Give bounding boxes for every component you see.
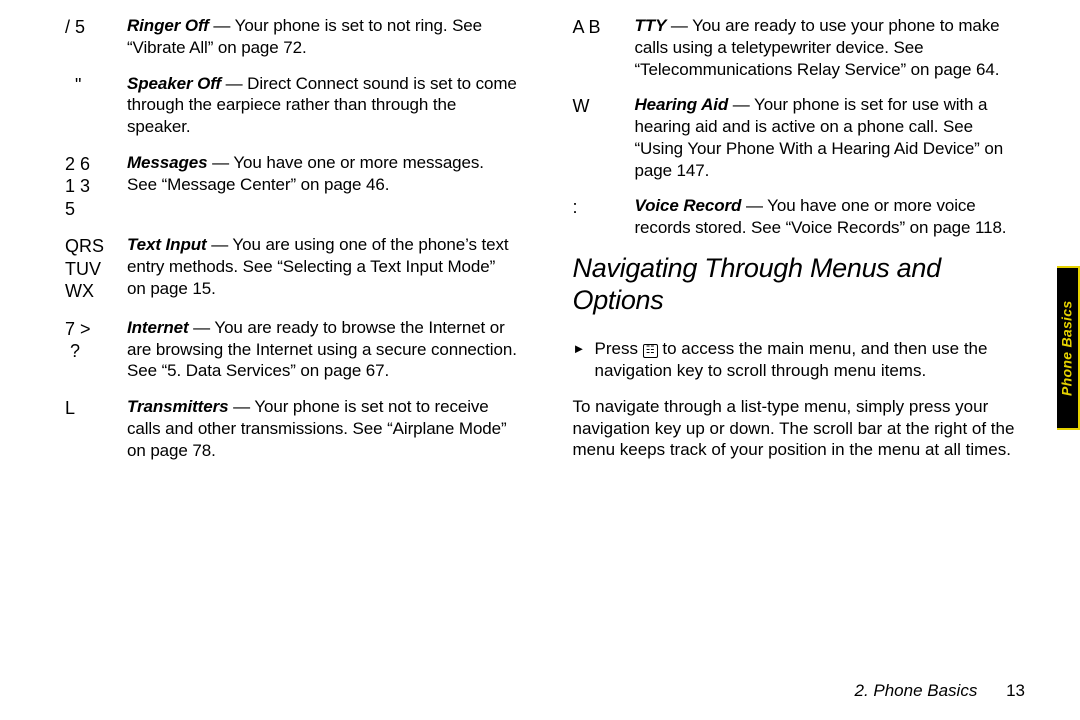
status-icon: / 5 (65, 15, 127, 59)
icon-entry: / 5 Ringer Off — Your phone is set to no… (65, 15, 518, 59)
thumb-tab: Phone Basics (1057, 266, 1080, 430)
two-column-layout: / 5 Ringer Off — Your phone is set to no… (65, 15, 1025, 655)
status-icon: L (65, 396, 127, 461)
icon-entry: 2 6 1 3 5 Messages — You have one or mor… (65, 152, 518, 221)
icon-description: Ringer Off — Your phone is set to not ri… (127, 15, 518, 59)
chapter-label: 2. Phone Basics (854, 681, 977, 700)
icon-description: Hearing Aid — Your phone is set for use … (635, 94, 1026, 181)
icon-description: Speaker Off — Direct Connect sound is se… (127, 73, 518, 138)
icon-description: Transmitters — Your phone is set not to … (127, 396, 518, 461)
icon-description: Internet — You are ready to browse the I… (127, 317, 518, 382)
icon-description: Messages — You have one or more messages… (127, 152, 518, 221)
status-icon: W (573, 94, 635, 181)
bullet-icon: ► (573, 338, 595, 382)
icon-entry: 7 > ? Internet — You are ready to browse… (65, 317, 518, 382)
icon-entry: A B TTY — You are ready to use your phon… (573, 15, 1026, 80)
status-icon: 7 > ? (65, 317, 127, 382)
icon-entry: W Hearing Aid — Your phone is set for us… (573, 94, 1026, 181)
icon-description: Text Input — You are using one of the ph… (127, 234, 518, 303)
icon-entry: QRS TUV WX Text Input — You are using on… (65, 234, 518, 303)
status-icon: 2 6 1 3 5 (65, 152, 127, 221)
icon-description: Voice Record — You have one or more voic… (635, 195, 1026, 239)
icon-entry: : Voice Record — You have one or more vo… (573, 195, 1026, 239)
instruction-text: Press ☷ to access the main menu, and the… (595, 338, 1026, 382)
status-icon: " (65, 73, 127, 138)
page-number: 13 (1006, 681, 1025, 700)
right-column: A B TTY — You are ready to use your phon… (573, 15, 1026, 655)
page-footer: 2. Phone Basics 13 (854, 680, 1025, 702)
status-icon: A B (573, 15, 635, 80)
body-paragraph: To navigate through a list-type menu, si… (573, 396, 1026, 461)
icon-entry: L Transmitters — Your phone is set not t… (65, 396, 518, 461)
section-heading: Navigating Through Menus and Options (573, 253, 1026, 317)
menu-key-icon: ☷ (643, 344, 658, 358)
status-icon: QRS TUV WX (65, 234, 127, 303)
instruction-bullet: ► Press ☷ to access the main menu, and t… (573, 338, 1026, 382)
icon-entry: " Speaker Off — Direct Connect sound is … (65, 73, 518, 138)
icon-description: TTY — You are ready to use your phone to… (635, 15, 1026, 80)
status-icon: : (573, 195, 635, 239)
left-column: / 5 Ringer Off — Your phone is set to no… (65, 15, 518, 655)
